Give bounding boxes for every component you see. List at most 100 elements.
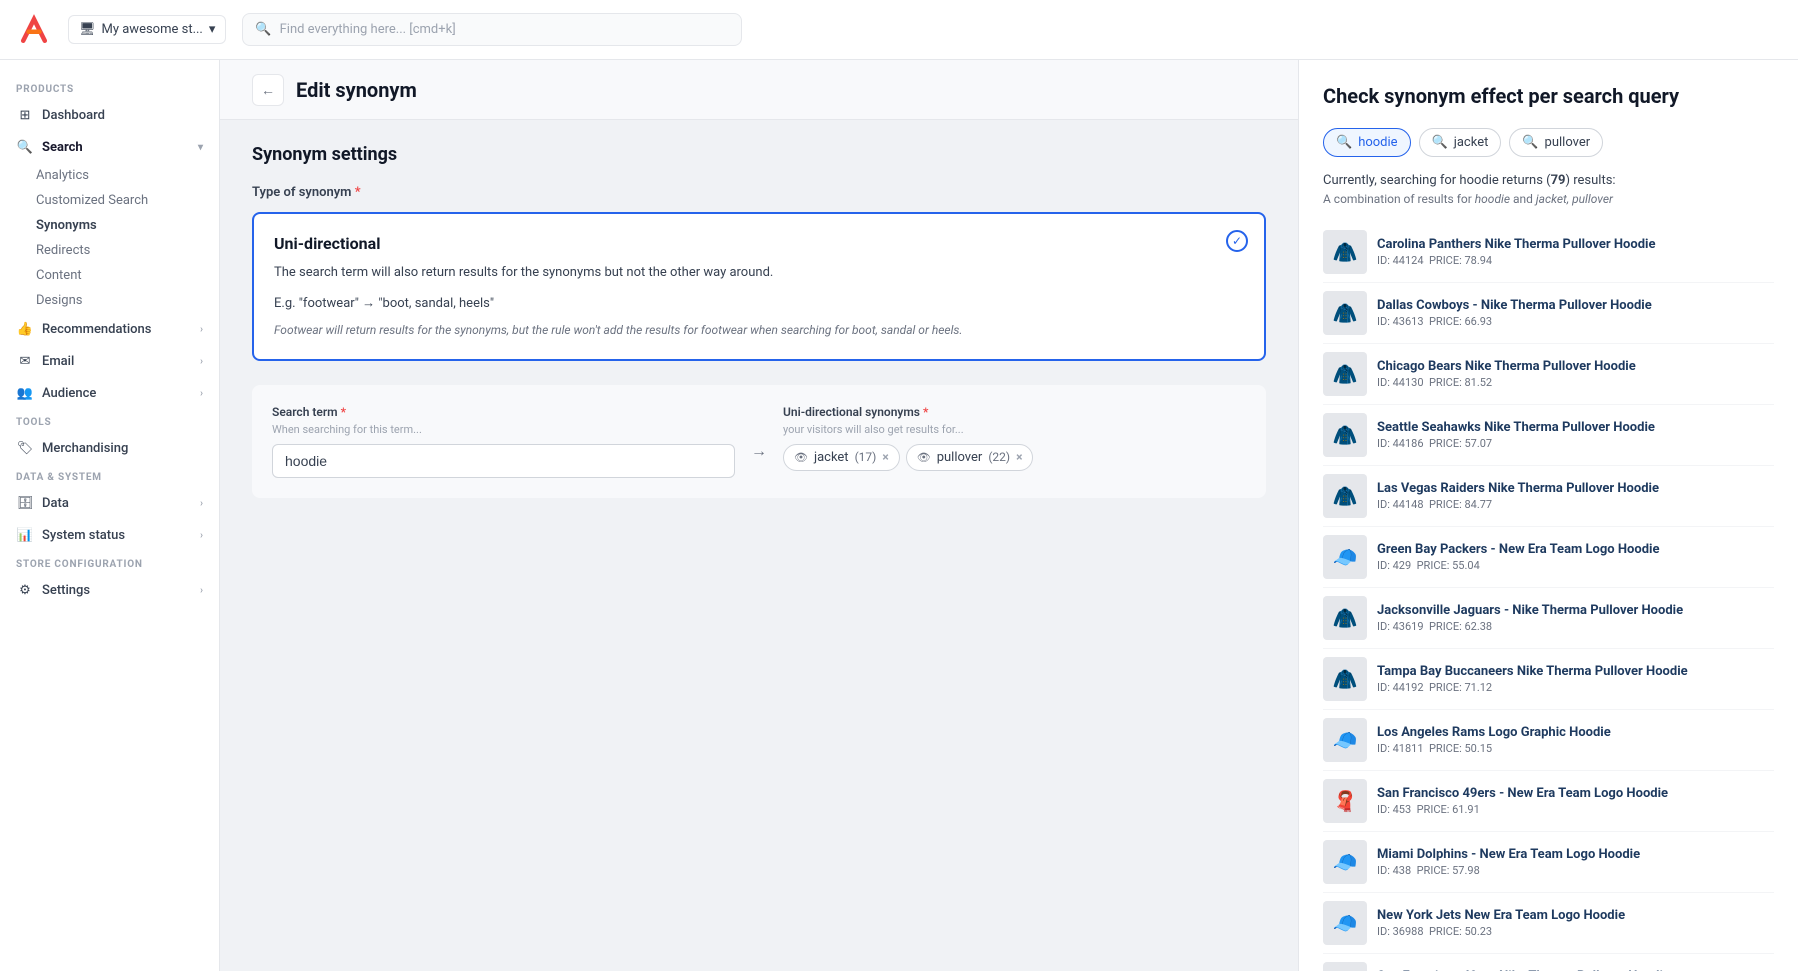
product-meta: ID: 44186 PRICE: 57.07: [1377, 437, 1774, 450]
product-thumbnail: 🧣: [1323, 779, 1367, 823]
product-info: Las Vegas Raiders Nike Therma Pullover H…: [1377, 481, 1774, 511]
product-item[interactable]: 🧥 Seattle Seahawks Nike Therma Pullover …: [1323, 405, 1774, 466]
arrow-icon: →: [751, 441, 767, 461]
sidebar-item-analytics[interactable]: Analytics: [0, 163, 219, 188]
sidebar-item-data[interactable]: 🗄 Data ›: [0, 487, 219, 519]
sidebar-item-redirects[interactable]: Redirects: [0, 238, 219, 263]
eye-icon: 👁: [917, 451, 931, 464]
synonym-tag-pullover[interactable]: 👁 pullover (22) ×: [906, 444, 1034, 471]
product-info: Miami Dolphins - New Era Team Logo Hoodi…: [1377, 847, 1774, 877]
product-item[interactable]: 🧣 San Francisco 49ers - New Era Team Log…: [1323, 771, 1774, 832]
app-logo: [16, 12, 52, 48]
result-count-desc: Currently, searching for hoodie returns …: [1323, 173, 1774, 188]
back-button[interactable]: ←: [252, 74, 284, 106]
tag-count: (17): [855, 450, 877, 464]
sidebar-item-search[interactable]: 🔍 Search ▾: [0, 131, 219, 163]
sidebar-item-recommendations-label: Recommendations: [42, 322, 151, 337]
product-name: Chicago Bears Nike Therma Pullover Hoodi…: [1377, 359, 1774, 376]
tools-section-label: TOOLS: [0, 409, 219, 432]
synonym-tag-jacket[interactable]: 👁 jacket (17) ×: [783, 444, 900, 471]
sidebar-item-dashboard[interactable]: ⊞ Dashboard: [0, 99, 219, 131]
tag-label: pullover: [937, 450, 983, 465]
sidebar-item-merchandising[interactable]: 🏷 Merchandising: [0, 432, 219, 464]
product-name: Las Vegas Raiders Nike Therma Pullover H…: [1377, 481, 1774, 498]
audience-icon: 👥: [16, 384, 34, 402]
product-item[interactable]: 🧥 Tampa Bay Buccaneers Nike Therma Pullo…: [1323, 649, 1774, 710]
data-chevron-icon: ›: [200, 498, 203, 509]
product-thumbnail: 🧥: [1323, 291, 1367, 335]
product-item[interactable]: 🧥 Dallas Cowboys - Nike Therma Pullover …: [1323, 283, 1774, 344]
store-icon: 🖥: [79, 22, 96, 37]
visitors-label: your visitors will also get results for.…: [783, 423, 1246, 436]
product-name: New York Jets New Era Team Logo Hoodie: [1377, 908, 1774, 925]
merchandising-icon: 🏷: [16, 439, 34, 457]
store-selector[interactable]: 🖥 My awesome st... ▾: [68, 15, 226, 44]
sidebar-item-settings-label: Settings: [42, 583, 90, 598]
product-meta: ID: 44192 PRICE: 71.12: [1377, 681, 1774, 694]
sidebar-item-search-label: Search: [42, 140, 83, 155]
product-info: Dallas Cowboys - Nike Therma Pullover Ho…: [1377, 298, 1774, 328]
query-tab-hoodie[interactable]: 🔍 hoodie: [1323, 128, 1411, 157]
product-item[interactable]: 🧥 Jacksonville Jaguars - Nike Therma Pul…: [1323, 588, 1774, 649]
sidebar-item-designs[interactable]: Designs: [0, 288, 219, 313]
product-item[interactable]: 🧥 Chicago Bears Nike Therma Pullover Hoo…: [1323, 344, 1774, 405]
product-thumbnail: 🧢: [1323, 718, 1367, 762]
product-thumbnail: 🧢: [1323, 840, 1367, 884]
system-icon: 📊: [16, 526, 34, 544]
right-panel: Check synonym effect per search query 🔍 …: [1298, 60, 1798, 971]
sidebar-item-audience[interactable]: 👥 Audience ›: [0, 377, 219, 409]
product-info: Los Angeles Rams Logo Graphic Hoodie ID:…: [1377, 725, 1774, 755]
global-search-bar[interactable]: 🔍 Find everything here... [cmd+k]: [242, 13, 742, 46]
section-title: Synonym settings: [252, 144, 1266, 165]
product-name: Jacksonville Jaguars - Nike Therma Pullo…: [1377, 603, 1774, 620]
query-tab-pullover[interactable]: 🔍 pullover: [1509, 128, 1603, 157]
sidebar-item-synonyms[interactable]: Synonyms: [0, 213, 219, 238]
recommendations-chevron-icon: ›: [200, 324, 203, 335]
eye-icon: 👁: [794, 451, 808, 464]
sidebar-item-settings[interactable]: ⚙ Settings ›: [0, 574, 219, 606]
product-item[interactable]: 🧢 Miami Dolphins - New Era Team Logo Hoo…: [1323, 832, 1774, 893]
synonym-tags: 👁 jacket (17) × 👁 pullover (22) ×: [783, 444, 1246, 471]
product-item[interactable]: 🧢 Los Angeles Rams Logo Graphic Hoodie I…: [1323, 710, 1774, 771]
topbar: 🖥 My awesome st... ▾ 🔍 Find everything h…: [0, 0, 1798, 60]
search-icon: 🔍: [1522, 135, 1538, 150]
synonym-type-card[interactable]: ✓ Uni-directional The search term will a…: [252, 212, 1266, 361]
synonyms-label: Uni-directional synonyms *: [783, 405, 1246, 419]
product-item[interactable]: 🧥 Carolina Panthers Nike Therma Pullover…: [1323, 222, 1774, 283]
product-thumbnail: 🧥: [1323, 962, 1367, 971]
sidebar-item-audience-label: Audience: [42, 386, 96, 401]
sidebar-item-recommendations[interactable]: 👍 Recommendations ›: [0, 313, 219, 345]
product-name: Los Angeles Rams Logo Graphic Hoodie: [1377, 725, 1774, 742]
product-item[interactable]: 🧢 New York Jets New Era Team Logo Hoodie…: [1323, 893, 1774, 954]
card-desc: The search term will also return results…: [274, 263, 1244, 283]
remove-jacket-button[interactable]: ×: [882, 450, 888, 464]
main-layout: PRODUCTS ⊞ Dashboard 🔍 Search ▾ Analytic…: [0, 60, 1798, 971]
chevron-down-icon: ▾: [209, 22, 216, 37]
dashboard-icon: ⊞: [16, 106, 34, 124]
product-item[interactable]: 🧢 Green Bay Packers - New Era Team Logo …: [1323, 527, 1774, 588]
required-indicator: *: [355, 185, 361, 200]
product-info: Green Bay Packers - New Era Team Logo Ho…: [1377, 542, 1774, 572]
sidebar-item-content[interactable]: Content: [0, 263, 219, 288]
sidebar-item-email[interactable]: ✉ Email ›: [0, 345, 219, 377]
term-row: Search term * When searching for this te…: [272, 405, 1246, 478]
product-info: Seattle Seahawks Nike Therma Pullover Ho…: [1377, 420, 1774, 450]
product-thumbnail: 🧥: [1323, 474, 1367, 518]
product-name: Miami Dolphins - New Era Team Logo Hoodi…: [1377, 847, 1774, 864]
sidebar-item-system-status[interactable]: 📊 System status ›: [0, 519, 219, 551]
search-term-input[interactable]: [272, 444, 735, 478]
product-thumbnail: 🧥: [1323, 230, 1367, 274]
remove-pullover-button[interactable]: ×: [1016, 450, 1022, 464]
store-config-label: STORE CONFIGURATION: [0, 551, 219, 574]
product-item[interactable]: 🧥 Las Vegas Raiders Nike Therma Pullover…: [1323, 466, 1774, 527]
synonyms-col: Uni-directional synonyms * your visitors…: [783, 405, 1246, 471]
product-item[interactable]: 🧥 San Francisco 49ers Nike Therma Pullov…: [1323, 954, 1774, 971]
search-chevron-icon: ▾: [198, 142, 203, 153]
search-icon: 🔍: [1432, 135, 1448, 150]
data-icon: 🗄: [16, 494, 34, 512]
query-tabs: 🔍 hoodie 🔍 jacket 🔍 pullover: [1323, 128, 1774, 157]
sidebar-item-customized-search[interactable]: Customized Search: [0, 188, 219, 213]
product-info: New York Jets New Era Team Logo Hoodie I…: [1377, 908, 1774, 938]
when-searching-label: When searching for this term...: [272, 423, 735, 436]
query-tab-jacket[interactable]: 🔍 jacket: [1419, 128, 1502, 157]
